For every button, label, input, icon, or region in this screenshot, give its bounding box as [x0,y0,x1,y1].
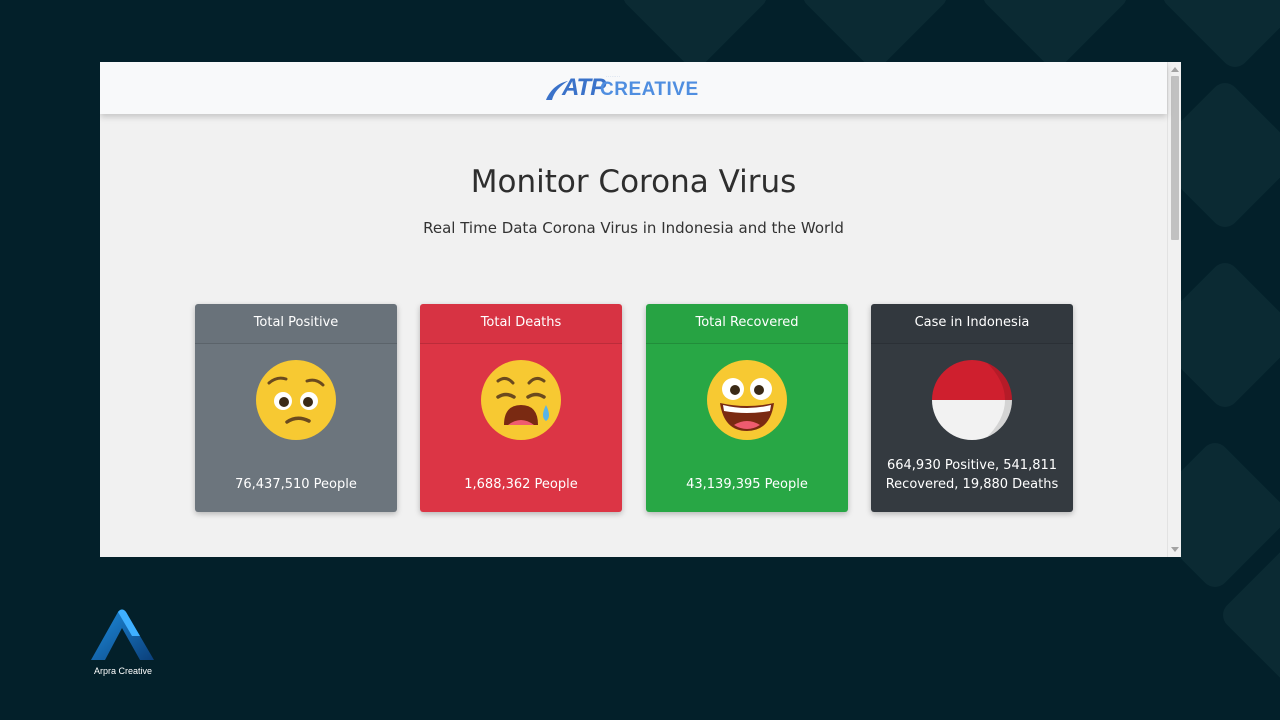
brand-name: Arpra Creative [93,666,153,676]
grinning-face-icon [707,360,787,440]
card-header: Total Deaths [420,304,622,344]
card-value: 1,688,362 People [464,477,578,492]
logo-atp-text: ATP [562,74,606,101]
arpra-logo-icon [91,609,154,660]
card-total-deaths: Total Deaths 1,688,362 People [420,304,622,512]
page-title: Monitor Corona Virus [470,164,797,200]
card-value-line-1: 664,930 Positive, 541,811 [886,458,1058,473]
logo-creative-text: CREATIVE [600,79,699,100]
vertical-scrollbar[interactable] [1167,62,1181,557]
crying-face-icon [481,360,561,440]
browser-window: ········ ATP CREATIVE Monitor Corona Vir… [100,62,1181,557]
main-content: Monitor Corona Virus Real Time Data Coro… [100,114,1167,557]
card-value: 43,139,395 People [686,477,808,492]
card-total-positive: Total Positive 76,437,510 People [195,304,397,512]
card-header: Total Recovered [646,304,848,344]
card-header: Case in Indonesia [871,304,1073,344]
card-value-line-2: Recovered, 19,880 Deaths [885,477,1059,492]
card-header: Total Positive [195,304,397,344]
worried-face-icon [256,360,336,440]
scroll-thumb[interactable] [1171,76,1179,240]
card-value: 76,437,510 People [235,477,357,492]
page-subtitle: Real Time Data Corona Virus in Indonesia… [423,219,844,237]
scroll-down-arrow-icon[interactable] [1171,547,1179,552]
navbar: ········ ATP CREATIVE [100,62,1167,114]
scroll-up-arrow-icon[interactable] [1171,67,1179,72]
indonesia-flag-icon [932,360,1012,440]
arpra-creative-brand: Arpra Creative [88,608,158,680]
card-case-in-indonesia: Case in Indonesia 664,930 Positive, 541,… [871,304,1073,512]
atp-creative-logo[interactable]: ········ ATP CREATIVE [544,74,719,104]
card-total-recovered: Total Recovered 43,139,395 People [646,304,848,512]
